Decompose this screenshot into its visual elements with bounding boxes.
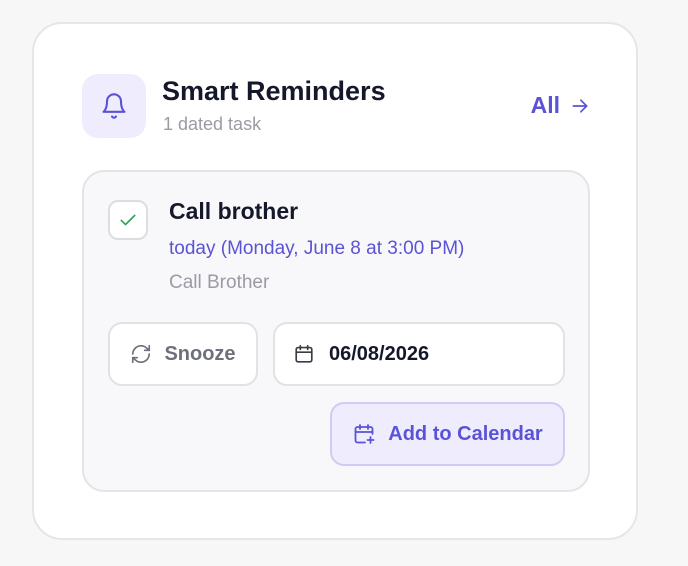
add-to-calendar-button[interactable]: Add to Calendar <box>330 402 565 466</box>
date-input[interactable]: 06/08/2026 <box>273 322 565 386</box>
card-title: Smart Reminders <box>162 76 386 106</box>
refresh-icon <box>130 343 152 365</box>
snooze-button[interactable]: Snooze <box>108 322 258 386</box>
bell-icon-tile <box>82 74 146 138</box>
smart-reminders-card: Smart Reminders 1 dated task All Call br… <box>32 22 638 540</box>
task-title: Call brother <box>169 198 299 224</box>
view-all-label: All <box>530 92 560 118</box>
date-value: 06/08/2026 <box>329 342 430 365</box>
calendar-icon <box>293 343 315 365</box>
task-complete-checkbox[interactable] <box>108 200 148 240</box>
task-note: Call Brother <box>169 272 270 293</box>
view-all-link[interactable]: All <box>531 92 590 119</box>
add-to-calendar-label: Add to Calendar <box>388 422 543 445</box>
arrow-right-icon <box>570 96 590 116</box>
checkmark-icon <box>118 210 138 230</box>
calendar-plus-icon <box>352 422 376 446</box>
snooze-label: Snooze <box>164 342 236 365</box>
reminder-task-item: Call brother today (Monday, June 8 at 3:… <box>82 170 590 492</box>
bell-icon <box>100 92 128 120</box>
card-subtitle: 1 dated task <box>163 114 262 134</box>
card-header: Smart Reminders 1 dated task All <box>82 74 590 140</box>
task-due-date: today (Monday, June 8 at 3:00 PM) <box>169 238 465 259</box>
